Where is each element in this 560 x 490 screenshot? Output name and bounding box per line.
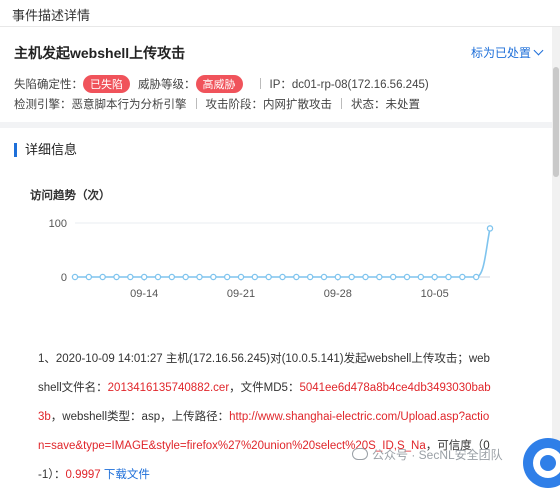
data-point (472, 273, 480, 281)
stage-label: 攻击阶段： (205, 99, 264, 111)
confirm-label: 失陷确定性： (14, 79, 83, 91)
data-point (417, 273, 425, 281)
engine-label: 检测引擎： (14, 99, 72, 111)
y-tick-label: 0 (61, 272, 67, 284)
chevron-down-icon (533, 45, 544, 56)
ip-label: IP： (269, 79, 292, 91)
download-file-link[interactable]: 下载文件 (104, 469, 150, 481)
data-point (168, 273, 176, 281)
data-point (99, 273, 106, 281)
data-point (237, 273, 245, 281)
event-header: 主机发起webshell上传攻击 标为已处置 失陷确定性： 已失陷 威胁等级： 高威胁… (0, 27, 552, 122)
data-point (154, 273, 162, 281)
divider (341, 98, 342, 109)
data-point (251, 273, 259, 281)
data-point (265, 273, 272, 281)
x-tick-label: 09-21 (227, 288, 255, 300)
status-value: 未处置 (385, 99, 421, 111)
data-point (113, 273, 120, 281)
vertical-scrollbar[interactable] (552, 27, 560, 477)
data-point (459, 273, 466, 281)
event-title: 主机发起webshell上传攻击 (14, 45, 186, 61)
stage-value: 内网扩散攻击 (263, 99, 332, 111)
chart-title: 访问趋势（次） (30, 190, 111, 202)
data-point (279, 273, 286, 281)
engine-value: 恶意脚本行为分析引擎 (71, 99, 187, 111)
window-titlebar: 事件描述详情 (0, 0, 560, 27)
data-point (71, 273, 79, 281)
wechat-icon (352, 448, 368, 460)
data-point (140, 273, 148, 281)
section-divider (0, 122, 552, 128)
status-label: 状态： (351, 99, 386, 111)
divider (195, 98, 197, 109)
data-point (362, 273, 369, 281)
data-point (486, 225, 494, 232)
data-point (334, 273, 342, 281)
data-point (196, 273, 203, 281)
watermark: 公众号 · SecNL安全团队 (352, 446, 503, 463)
x-tick-label: 09-14 (130, 288, 158, 300)
data-point (306, 273, 314, 281)
mark-handled-dropdown[interactable]: 标为已处置 (470, 44, 544, 61)
threat-badge: 高威胁 (195, 75, 243, 93)
webshell-filename: 2013416135740882.cer (107, 382, 230, 394)
x-tick-label: 10-05 (421, 288, 449, 300)
watermark-text: 公众号 · SecNL安全团队 (372, 448, 503, 462)
float-button-dot-icon (540, 455, 556, 471)
scrollbar-thumb[interactable] (553, 67, 559, 177)
divider (259, 78, 261, 89)
float-action-button[interactable] (523, 438, 560, 488)
data-point (223, 273, 231, 281)
series-line (75, 228, 491, 278)
confirm-badge: 已失陷 (83, 75, 130, 93)
mark-handled-label: 标为已处置 (470, 46, 531, 60)
data-point (182, 273, 189, 281)
event-meta-row-1: 失陷确定性： 已失陷 威胁等级： 高威胁 IP：dc01-rp-08(172.16.56… (14, 75, 429, 93)
data-point (85, 273, 93, 281)
data-point (376, 273, 383, 281)
x-tick-label: 09-28 (324, 288, 352, 300)
detail-text: 1、2020-10-09 14:01:27 主机(172.16.56.245)对… (38, 345, 493, 490)
data-point (348, 273, 355, 281)
data-point (431, 273, 438, 281)
event-meta-row-2: 检测引擎：恶意脚本行为分析引擎 攻击阶段：内网扩散攻击 状态：未处置 (14, 96, 420, 112)
confidence-value: 0.9997 (65, 469, 101, 481)
data-point (210, 273, 217, 281)
detail-md5-label: ，文件MD5： (229, 382, 300, 394)
detail-type-path-label: ，webshell类型：asp，上传路径： (50, 411, 230, 423)
window-title: 事件描述详情 (12, 8, 91, 23)
ip-value: dc01-rp-08(172.16.56.245) (291, 79, 429, 91)
data-point (445, 273, 452, 281)
data-point (320, 273, 328, 281)
access-trend-chart: 100 0 09-14 09-21 09-28 10-05 (49, 218, 494, 300)
data-point (403, 273, 411, 281)
data-point (293, 273, 300, 281)
y-tick-label: 100 (49, 218, 67, 230)
data-point (389, 273, 397, 281)
data-point (127, 273, 134, 281)
section-title: 详细信息 (14, 143, 77, 157)
threat-label: 威胁等级： (138, 79, 196, 91)
